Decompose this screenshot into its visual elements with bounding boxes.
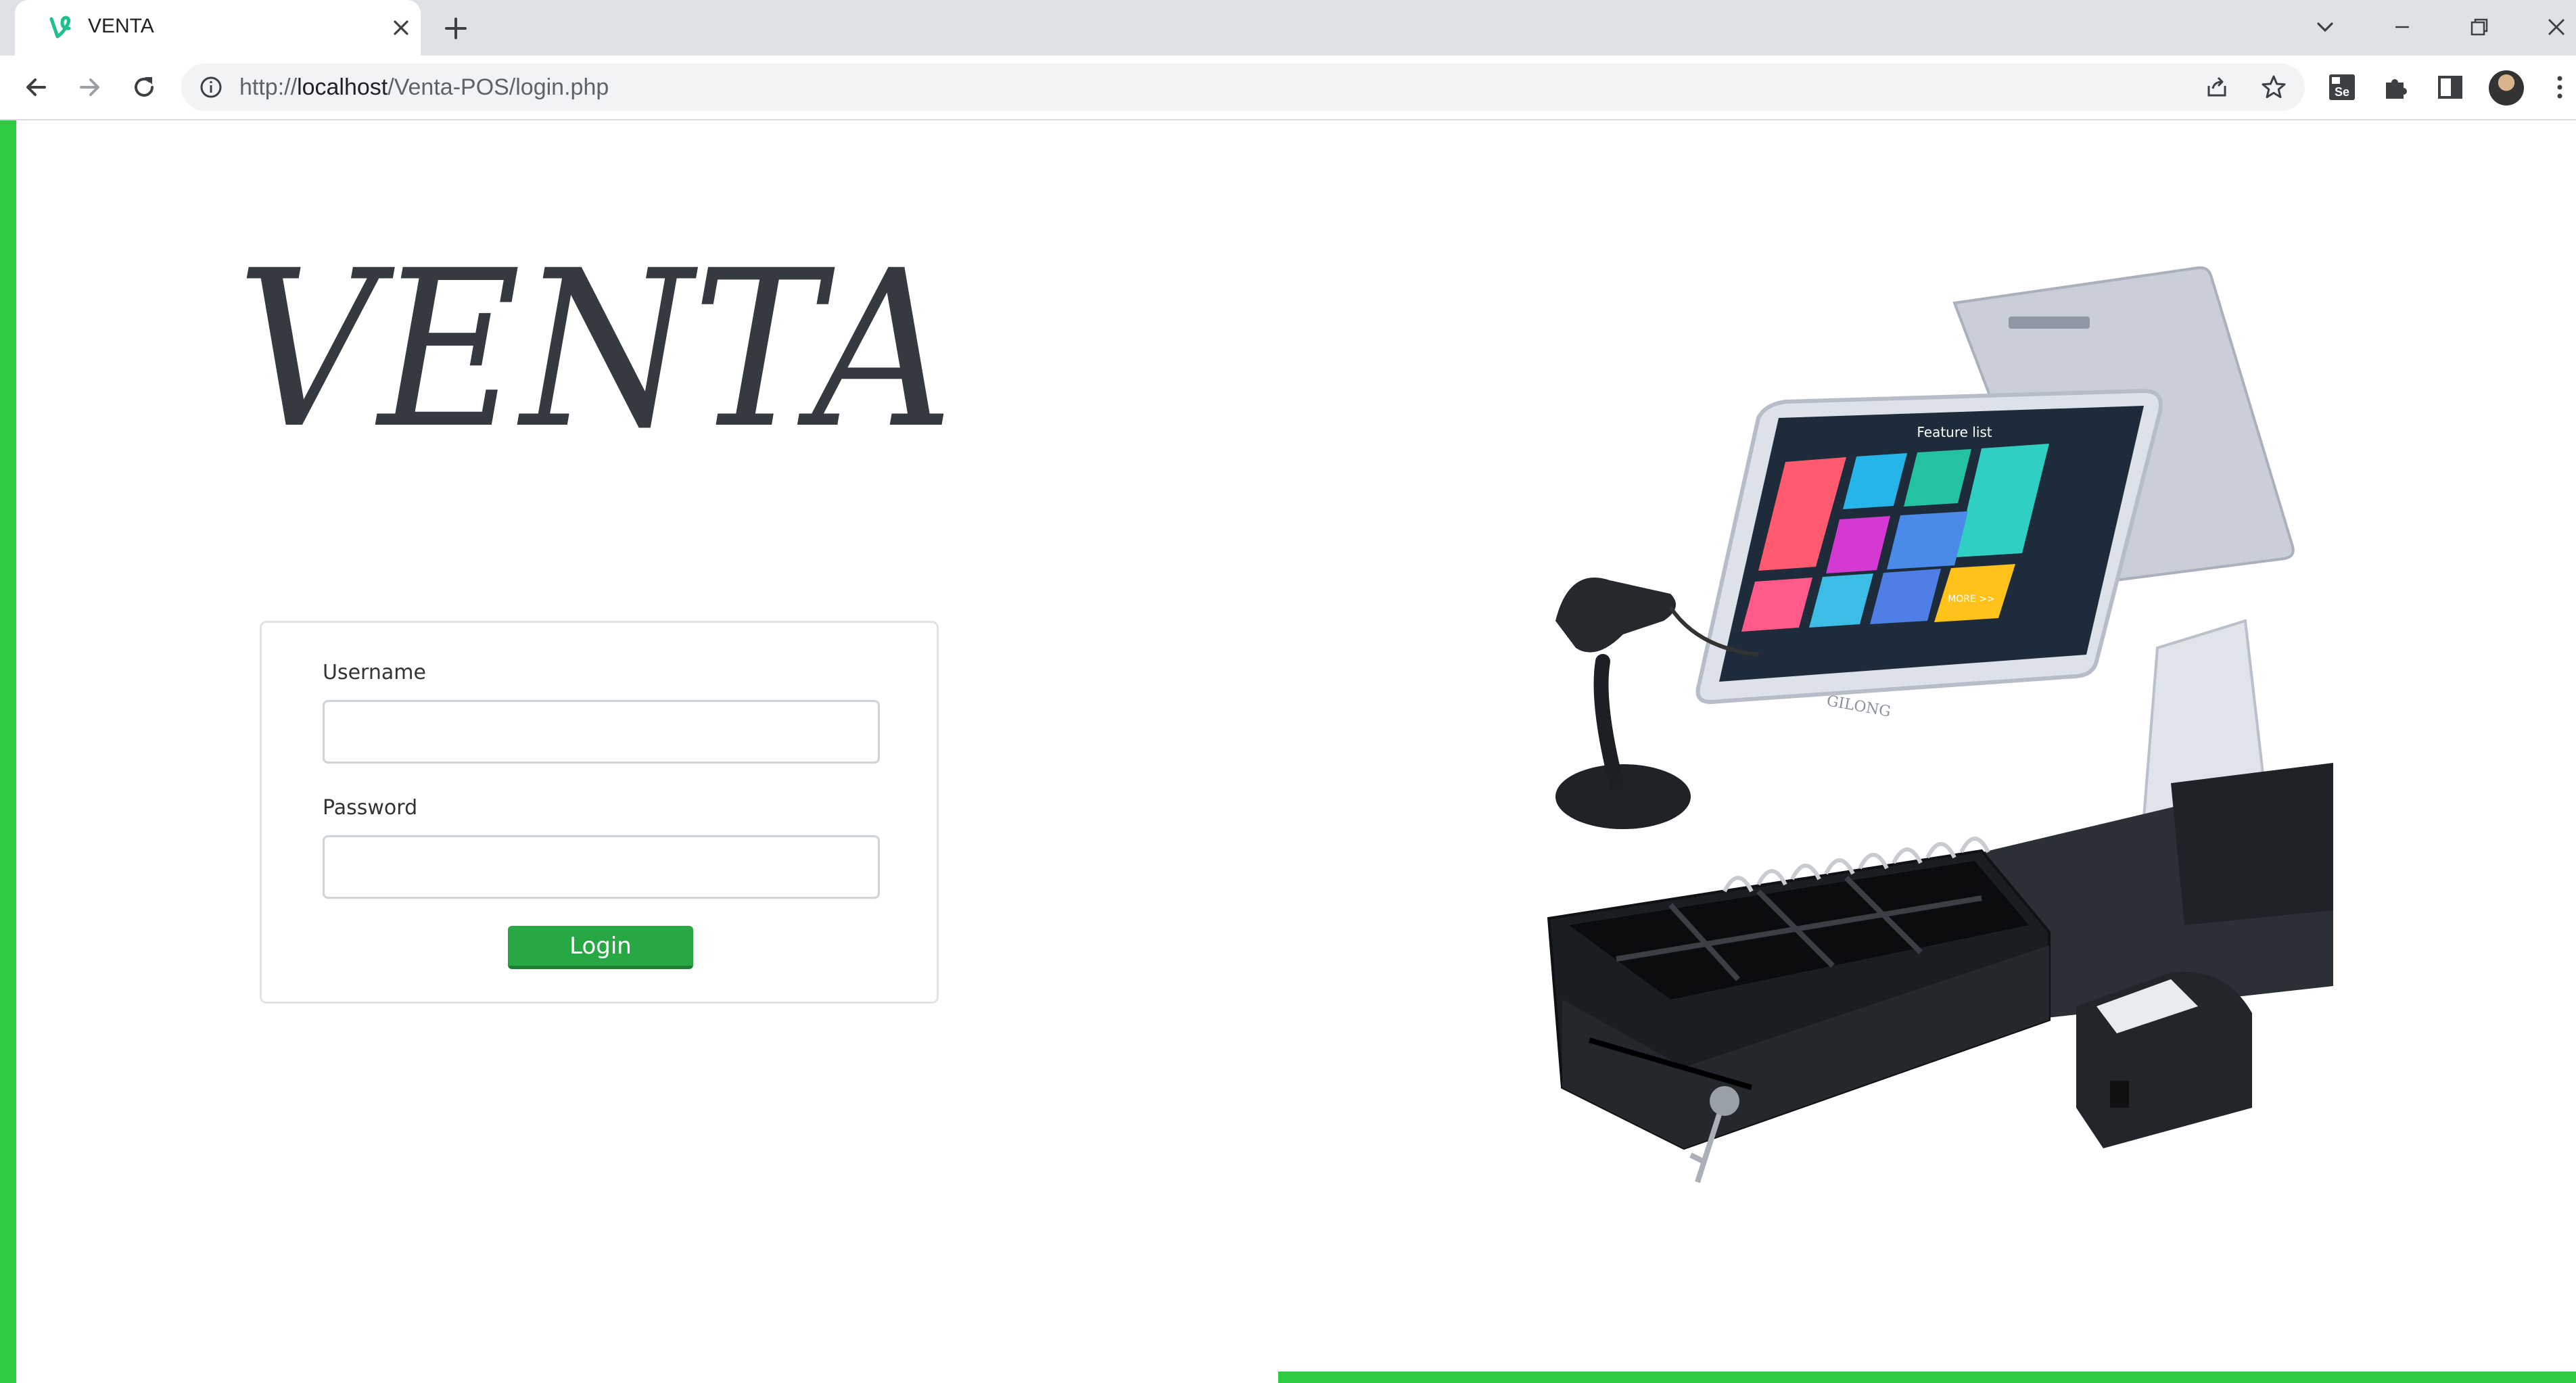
puzzle-extensions-icon[interactable] xyxy=(2381,72,2412,103)
login-form: Username Password Login xyxy=(260,621,939,1004)
pos-system-illustration: Feature list MORE >> GILONG xyxy=(1547,266,2333,1183)
login-button[interactable]: Login xyxy=(508,926,693,969)
address-bar[interactable]: http://localhost/Venta-POS/login.php xyxy=(181,64,2305,111)
password-label: Password xyxy=(323,796,418,820)
brand-text: VENTA xyxy=(237,229,954,445)
forward-icon[interactable] xyxy=(74,72,106,103)
star-icon[interactable] xyxy=(2260,74,2287,101)
vine-v-icon xyxy=(49,16,71,39)
svg-text:Se: Se xyxy=(2335,85,2349,99)
browser-tab[interactable]: VENTA xyxy=(15,0,421,55)
menu-dots-icon[interactable] xyxy=(2544,72,2575,103)
side-panel-icon[interactable] xyxy=(2435,72,2466,103)
url-text: http://localhost/Venta-POS/login.php xyxy=(239,74,609,100)
close-tab-icon[interactable] xyxy=(391,18,411,38)
username-input[interactable] xyxy=(323,700,880,764)
accent-left-bar xyxy=(0,120,16,1383)
profile-avatar[interactable] xyxy=(2489,70,2524,106)
browser-toolbar: http://localhost/Venta-POS/login.php Se xyxy=(0,55,2576,120)
tab-search-icon[interactable] xyxy=(2312,14,2339,41)
tab-title: VENTA xyxy=(88,15,154,37)
accent-bottom-bar xyxy=(1278,1372,2576,1383)
new-tab-icon[interactable] xyxy=(441,14,471,43)
login-page: VENTA Username Password Login Feature li… xyxy=(0,120,2576,1383)
reload-icon[interactable] xyxy=(128,72,160,103)
device-brand-mark: GILONG xyxy=(1825,693,1892,720)
brand-logo: VENTA xyxy=(237,229,954,445)
browser-tab-strip: VENTA xyxy=(0,0,2576,55)
share-icon[interactable] xyxy=(2203,74,2230,101)
info-icon[interactable] xyxy=(199,75,223,99)
username-label: Username xyxy=(323,661,426,684)
password-input[interactable] xyxy=(323,835,880,899)
close-window-icon[interactable] xyxy=(2543,14,2570,41)
restore-icon[interactable] xyxy=(2466,14,2493,41)
screen-title: Feature list xyxy=(1917,424,1992,440)
minimize-icon[interactable] xyxy=(2389,14,2416,41)
tile-more-label: MORE >> xyxy=(1948,594,1995,605)
selenium-extension-icon[interactable]: Se xyxy=(2326,72,2358,103)
back-icon[interactable] xyxy=(20,72,51,103)
